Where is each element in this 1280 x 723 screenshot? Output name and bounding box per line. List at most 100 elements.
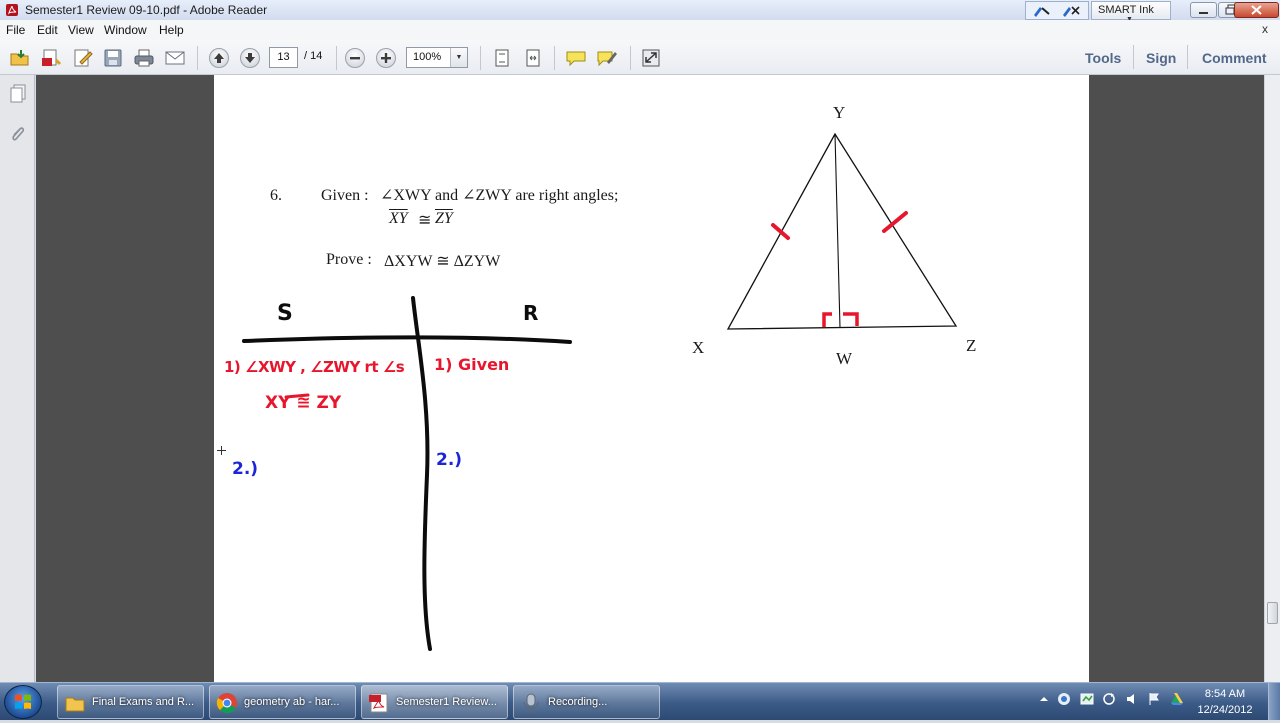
zoom-out-button[interactable] bbox=[345, 48, 365, 68]
toolbar-separator bbox=[336, 46, 337, 70]
menu-view[interactable]: View bbox=[68, 23, 94, 37]
prove-statement: ΔXYW ≅ ΔZYW bbox=[384, 253, 501, 270]
smart-mouse-icon[interactable] bbox=[1060, 4, 1082, 18]
problem-number: 6. bbox=[270, 187, 282, 204]
clock-date[interactable]: 12/24/2012 bbox=[1194, 704, 1256, 716]
comment-icon[interactable] bbox=[565, 48, 587, 68]
next-page-button[interactable] bbox=[240, 48, 260, 68]
sign-pane-button[interactable]: Sign bbox=[1146, 50, 1176, 66]
email-icon[interactable] bbox=[164, 48, 186, 68]
smart-pen-icon[interactable] bbox=[1031, 4, 1053, 18]
taskbar-item-adobe-reader[interactable]: Semester1 Review... bbox=[361, 685, 508, 719]
menu-window[interactable]: Window bbox=[104, 23, 147, 37]
menu-file[interactable]: File bbox=[6, 23, 25, 37]
highlight-icon[interactable] bbox=[596, 48, 618, 68]
zoom-select[interactable]: 100% ▼ bbox=[406, 47, 468, 68]
toolbar-separator bbox=[480, 46, 481, 70]
given-segment-xy: XY bbox=[389, 210, 408, 227]
fit-page-icon[interactable] bbox=[491, 48, 513, 68]
window-title: Semester1 Review 09-10.pdf - Adobe Reade… bbox=[25, 3, 268, 17]
step1-statement-line2: XY ≅ ZY bbox=[265, 393, 342, 413]
taskbar-item-chrome[interactable]: geometry ab - har... bbox=[209, 685, 356, 719]
network-icon[interactable] bbox=[1057, 692, 1071, 706]
close-button[interactable] bbox=[1234, 2, 1279, 18]
adobe-reader-icon bbox=[6, 4, 18, 16]
menu-help[interactable]: Help bbox=[159, 23, 184, 37]
sync-icon[interactable] bbox=[1102, 692, 1116, 706]
full-screen-icon[interactable] bbox=[640, 48, 662, 68]
pen-cursor-icon bbox=[217, 446, 226, 455]
vertex-w-label: W bbox=[836, 349, 853, 368]
show-hidden-icon[interactable] bbox=[1037, 692, 1051, 706]
minimize-button[interactable] bbox=[1190, 2, 1217, 18]
save-icon[interactable] bbox=[102, 48, 124, 68]
minimize-icon bbox=[1199, 12, 1208, 14]
close-document-icon[interactable]: x bbox=[1262, 22, 1268, 36]
zoom-out-icon bbox=[350, 57, 360, 60]
pages-thumbnail-icon[interactable] bbox=[8, 83, 28, 105]
chrome-icon bbox=[216, 693, 237, 714]
given-segment-zy: ZY bbox=[435, 210, 453, 227]
clock-time[interactable]: 8:54 AM bbox=[1200, 688, 1250, 700]
pdf-page[interactable]: 6. Given : ∠XWY and ∠ZWY are right angle… bbox=[214, 75, 1089, 682]
statements-column-label: S bbox=[277, 301, 293, 326]
recorder-icon bbox=[523, 693, 539, 713]
close-icon bbox=[1251, 5, 1262, 15]
drive-icon[interactable] bbox=[1170, 692, 1184, 706]
taskbar-item-explorer[interactable]: Final Exams and R... bbox=[57, 685, 204, 719]
step2-reason: 2.) bbox=[436, 450, 463, 470]
flag-icon[interactable] bbox=[1147, 692, 1161, 706]
altitude-yw bbox=[834, 133, 841, 329]
taskbar-item-recorder[interactable]: Recording... bbox=[513, 685, 660, 719]
edit-icon[interactable] bbox=[72, 48, 94, 68]
scrollbar-thumb[interactable] bbox=[1267, 602, 1278, 624]
taskbar-item-label: Semester1 Review... bbox=[396, 696, 497, 708]
create-pdf-icon[interactable] bbox=[40, 48, 62, 68]
toolbar-separator bbox=[630, 46, 631, 70]
menu-edit[interactable]: Edit bbox=[37, 23, 58, 37]
triangle-outline bbox=[726, 132, 958, 330]
toolbar-separator bbox=[1133, 45, 1134, 69]
prove-label: Prove : bbox=[326, 251, 372, 268]
title-bar: Semester1 Review 09-10.pdf - Adobe Reade… bbox=[0, 0, 1280, 23]
page-total: / 14 bbox=[304, 50, 323, 62]
windows-logo-icon bbox=[15, 694, 31, 709]
step1-reason: 1) Given bbox=[434, 355, 510, 374]
taskbar-item-label: geometry ab - har... bbox=[244, 696, 340, 708]
show-desktop-button[interactable] bbox=[1268, 683, 1280, 720]
fit-width-icon[interactable] bbox=[522, 48, 544, 68]
vertical-scrollbar[interactable] bbox=[1264, 75, 1280, 682]
vertex-y-label: Y bbox=[833, 103, 846, 122]
smart-board-icon[interactable] bbox=[1080, 692, 1094, 706]
congruent-symbol: ≅ bbox=[418, 212, 432, 229]
step2-statement: 2.) bbox=[232, 459, 259, 479]
start-button[interactable] bbox=[4, 685, 42, 719]
smart-tools bbox=[1025, 1, 1089, 20]
folder-icon bbox=[65, 697, 85, 712]
right-angle-mark-left bbox=[822, 312, 832, 327]
open-icon[interactable] bbox=[9, 48, 31, 68]
page-number-input[interactable]: 13 bbox=[269, 47, 298, 68]
arrow-down-icon bbox=[245, 53, 255, 63]
t-chart-horizontal-line bbox=[242, 335, 572, 344]
toolbar-separator bbox=[1187, 45, 1188, 69]
vertex-z-label: Z bbox=[966, 336, 977, 355]
volume-icon[interactable] bbox=[1125, 692, 1139, 706]
proof-t-chart bbox=[242, 296, 572, 651]
smart-ink-menu[interactable]: SMART Ink ▼ bbox=[1091, 1, 1171, 23]
tools-pane-button[interactable]: Tools bbox=[1085, 50, 1121, 66]
comment-pane-button[interactable]: Comment bbox=[1202, 50, 1267, 66]
attachments-icon[interactable] bbox=[8, 123, 28, 145]
pdf-icon bbox=[369, 693, 388, 713]
toolbar-separator bbox=[554, 46, 555, 70]
right-angle-mark-right bbox=[843, 312, 859, 326]
chevron-down-icon[interactable]: ▼ bbox=[450, 48, 467, 67]
navigation-panel bbox=[0, 75, 35, 682]
print-icon[interactable] bbox=[133, 48, 155, 68]
previous-page-button[interactable] bbox=[209, 48, 229, 68]
taskbar-item-label: Final Exams and R... bbox=[92, 696, 195, 708]
given-label: Given : bbox=[321, 187, 369, 204]
zoom-value: 100% bbox=[413, 51, 442, 63]
zoom-in-button[interactable] bbox=[376, 48, 396, 68]
taskbar-item-label: Recording... bbox=[548, 696, 608, 708]
